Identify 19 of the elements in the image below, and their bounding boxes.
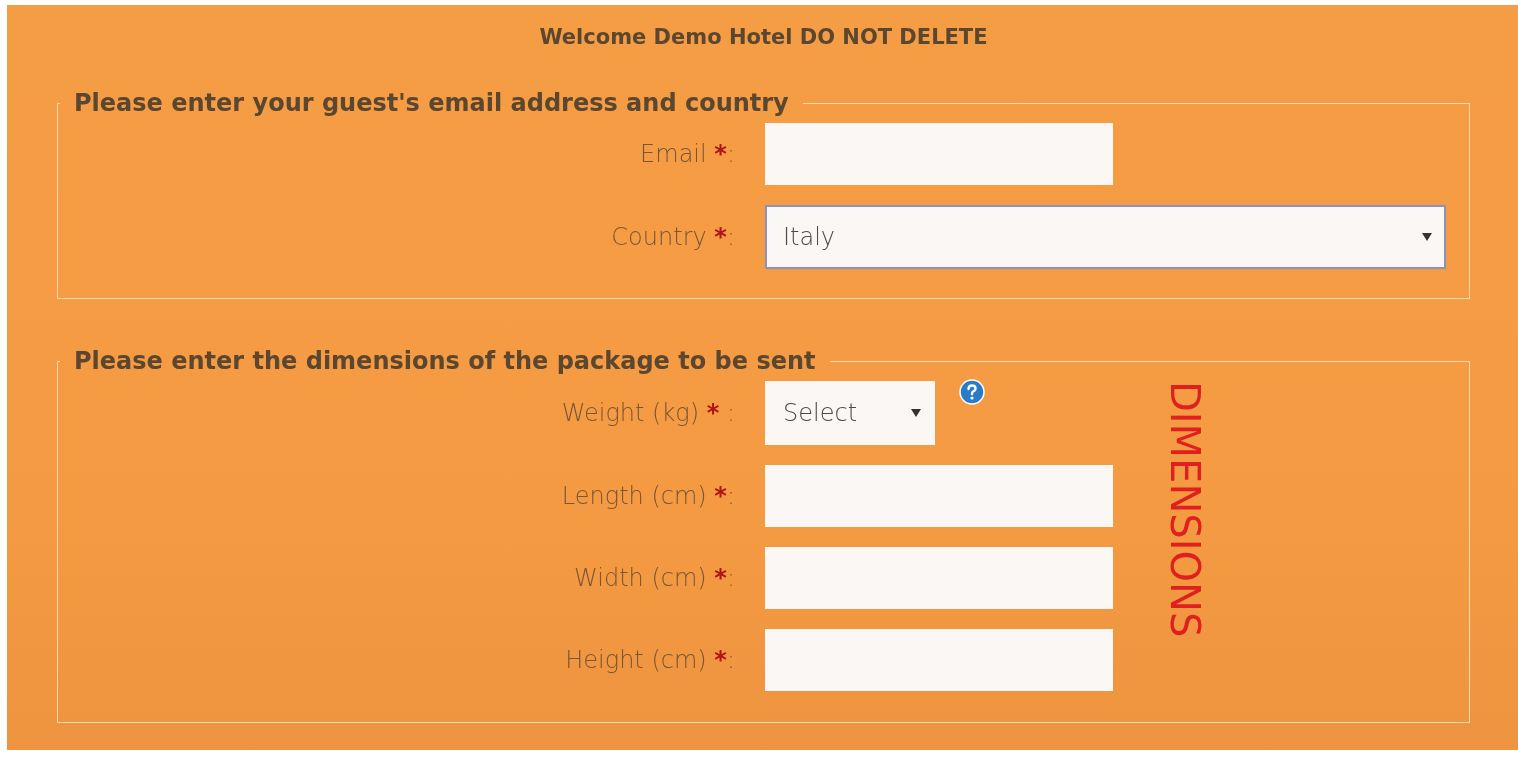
country-select[interactable]: Italy: [765, 205, 1446, 269]
field-label: Email *:: [639, 140, 735, 168]
field-label: Country *:: [610, 223, 735, 251]
field-label: Width (cm) *:: [573, 564, 735, 592]
caret-icon: [1422, 233, 1432, 241]
section-legend: Please enter your guest's email address and country: [60, 89, 803, 117]
text-field[interactable]: [765, 629, 1113, 691]
field-label: Weight (kg) * :: [560, 399, 735, 427]
side-label: DIMENSIONS: [1165, 381, 1205, 638]
field-label: Length (cm) *:: [560, 482, 735, 510]
weight-select[interactable]: Select: [765, 381, 935, 445]
text-field[interactable]: [765, 465, 1113, 527]
section-legend: Please enter the dimensions of the package to be sent: [60, 347, 830, 375]
field-label: Height (cm) *:: [564, 646, 735, 674]
help-icon[interactable]: [959, 379, 985, 405]
text-field[interactable]: [765, 123, 1113, 185]
caret-icon: [911, 409, 921, 417]
page-title: Welcome Demo Hotel DO NOT DELETE: [538, 25, 989, 49]
text-field[interactable]: [765, 547, 1113, 609]
